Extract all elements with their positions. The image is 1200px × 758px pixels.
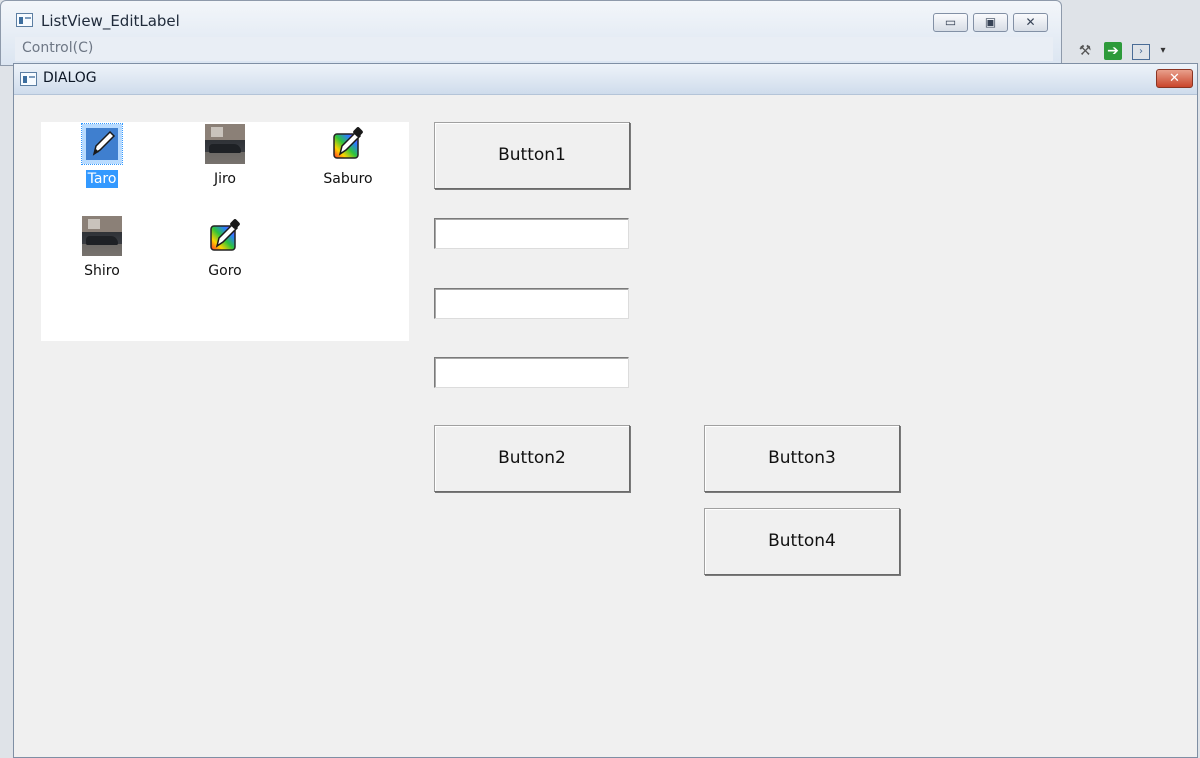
list-item[interactable]: Jiro (180, 124, 270, 188)
list-item[interactable]: Taro (57, 123, 147, 188)
list-item[interactable]: Goro (180, 216, 270, 280)
chevron-down-icon[interactable]: ▾ (1154, 42, 1172, 60)
list-item[interactable]: Shiro (57, 216, 147, 280)
menu-item-control[interactable]: Control(C) (22, 40, 93, 56)
button2[interactable]: Button2 (434, 425, 630, 492)
button1[interactable]: Button1 (434, 122, 630, 189)
run-icon[interactable]: ➔ (1104, 42, 1122, 60)
dialog-titlebar: DIALOG ✕ (14, 64, 1197, 95)
edit-field-1[interactable] (434, 218, 629, 249)
app-icon (16, 13, 33, 27)
console-icon[interactable]: › (1132, 44, 1150, 60)
dialog-window: DIALOG ✕ Taro Jiro Saburo Shiro Goro But… (13, 63, 1198, 758)
edit-field-2[interactable] (434, 288, 629, 319)
list-item[interactable]: Saburo (303, 124, 393, 188)
dialog-close-button[interactable]: ✕ (1156, 69, 1193, 88)
close-button[interactable]: ✕ (1013, 13, 1048, 32)
car-photo-icon (82, 216, 122, 256)
minimize-button[interactable]: ▭ (933, 13, 968, 32)
pencil-icon (81, 123, 123, 165)
tools-icon[interactable]: ⚒ (1076, 42, 1094, 60)
background-window: ListView_EditLabel ▭ ▣ ✕ Control(C) (0, 0, 1062, 66)
edit-field-3[interactable] (434, 357, 629, 388)
dialog-icon (20, 72, 37, 86)
background-window-title: ListView_EditLabel (41, 12, 180, 30)
list-item-label: Goro (208, 263, 242, 279)
list-item-label: Saburo (323, 171, 373, 187)
toolbar: ⚒ ➔ › ▾ (1062, 40, 1200, 62)
list-view[interactable]: Taro Jiro Saburo Shiro Goro (41, 122, 409, 341)
button3[interactable]: Button3 (704, 425, 900, 492)
list-item-label: Jiro (213, 171, 237, 187)
list-item-label: Shiro (84, 263, 120, 279)
pencil-icon (328, 124, 368, 164)
car-photo-icon (205, 124, 245, 164)
dialog-title: DIALOG (43, 70, 97, 86)
button4[interactable]: Button4 (704, 508, 900, 575)
restore-button[interactable]: ▣ (973, 13, 1008, 32)
menu-bar: Control(C) (15, 37, 1053, 61)
list-item-label: Taro (85, 170, 119, 188)
pencil-icon (205, 216, 245, 256)
